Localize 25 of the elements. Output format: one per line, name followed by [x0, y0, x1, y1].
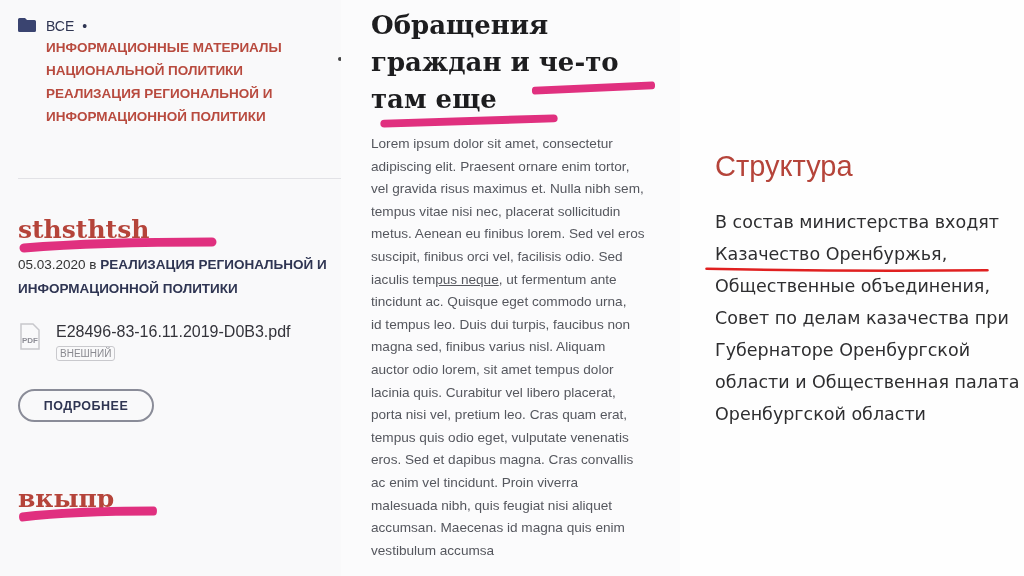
section-text-line: области и Общественная палата — [715, 371, 1020, 394]
inline-link[interactable]: pus neque — [435, 271, 499, 287]
post-meta: 05.03.2020 в РЕАЛИЗАЦИЯ РЕГИОНАЛЬНОЙ И ИНФОРМАЦИОННОЙ ПОЛИТИКИ — [18, 256, 328, 298]
post-title[interactable]: вкыпр — [18, 484, 115, 513]
heading-line: там еще — [371, 84, 497, 114]
section-text-line: Казачество Оренбуржья, — [715, 243, 948, 266]
folder-icon — [18, 18, 36, 32]
section-text-line: Общественные объединения, — [715, 275, 990, 298]
body-text: Lorem ipsum dolor sit amet, consectetur adipiscing elit. Praesent ornare enim tortor, vel gravida risus maximus et. Nulla nibh sem, tempus vitae nisi nec, placerat sollicitudin metus. Aenean eu finibus lorem. Sed vel eros suscipit, finibus orci vel, facilisis odio. Sed iaculis tempus neque, ut fermentum ante tincidunt ac. Quisque eget commodo urna, id tempus leo. Duis dui turpis, faucibus non magna sed, finibus varius nisl. Aliquam auctor odio lorem, sit amet tempus dolor lacinia quis. Curabitur vel libero placerat, porta nisi vel, pretium leo. Cras quam erat, tempus quis odio eget, vulputate venenatis eros. Sed et dapibus magna. Cras convallis ac enim vel tincidunt. Proin viverra malesuada nibh, quis feugiat nisi aliquet accumsan. Maecenas id magna quis enim vestibulum accumsa — [371, 135, 646, 560]
section-text-line: Губернаторе Оренбургской — [715, 339, 970, 362]
category-link[interactable]: РЕАЛИЗАЦИЯ РЕГИОНАЛЬНОЙ И ИНФОРМАЦИОННОЙ ПОЛИТИКИ — [46, 82, 296, 128]
separator: • — [82, 17, 88, 36]
section-text-line: Оренбургской области — [715, 403, 926, 426]
category-link[interactable]: ИНФОРМАЦИОННЫЕ МАТЕРИАЛЫ НАЦИОНАЛЬНОЙ ПОЛИТИКИ — [46, 36, 296, 82]
section-heading: Структура — [715, 149, 854, 184]
heading-line: граждан и че-то — [371, 47, 619, 77]
pdf-file-icon: PDF — [18, 323, 42, 351]
more-button[interactable]: ПОДРОБНЕЕ — [18, 389, 154, 422]
section-text-line: Совет по делам казачества при — [715, 307, 1009, 330]
external-badge: ВНЕШНИЙ — [56, 346, 116, 361]
post-title[interactable]: sthsthtsh — [18, 215, 150, 244]
file-link[interactable]: E28496-83-16.11.2019-D0B3.pdf — [56, 323, 291, 340]
heading-line: Обращения — [371, 10, 549, 40]
section-text-line: В состав министерства входят — [715, 211, 999, 234]
breadcrumb-link[interactable]: ВСЕ — [46, 16, 75, 36]
